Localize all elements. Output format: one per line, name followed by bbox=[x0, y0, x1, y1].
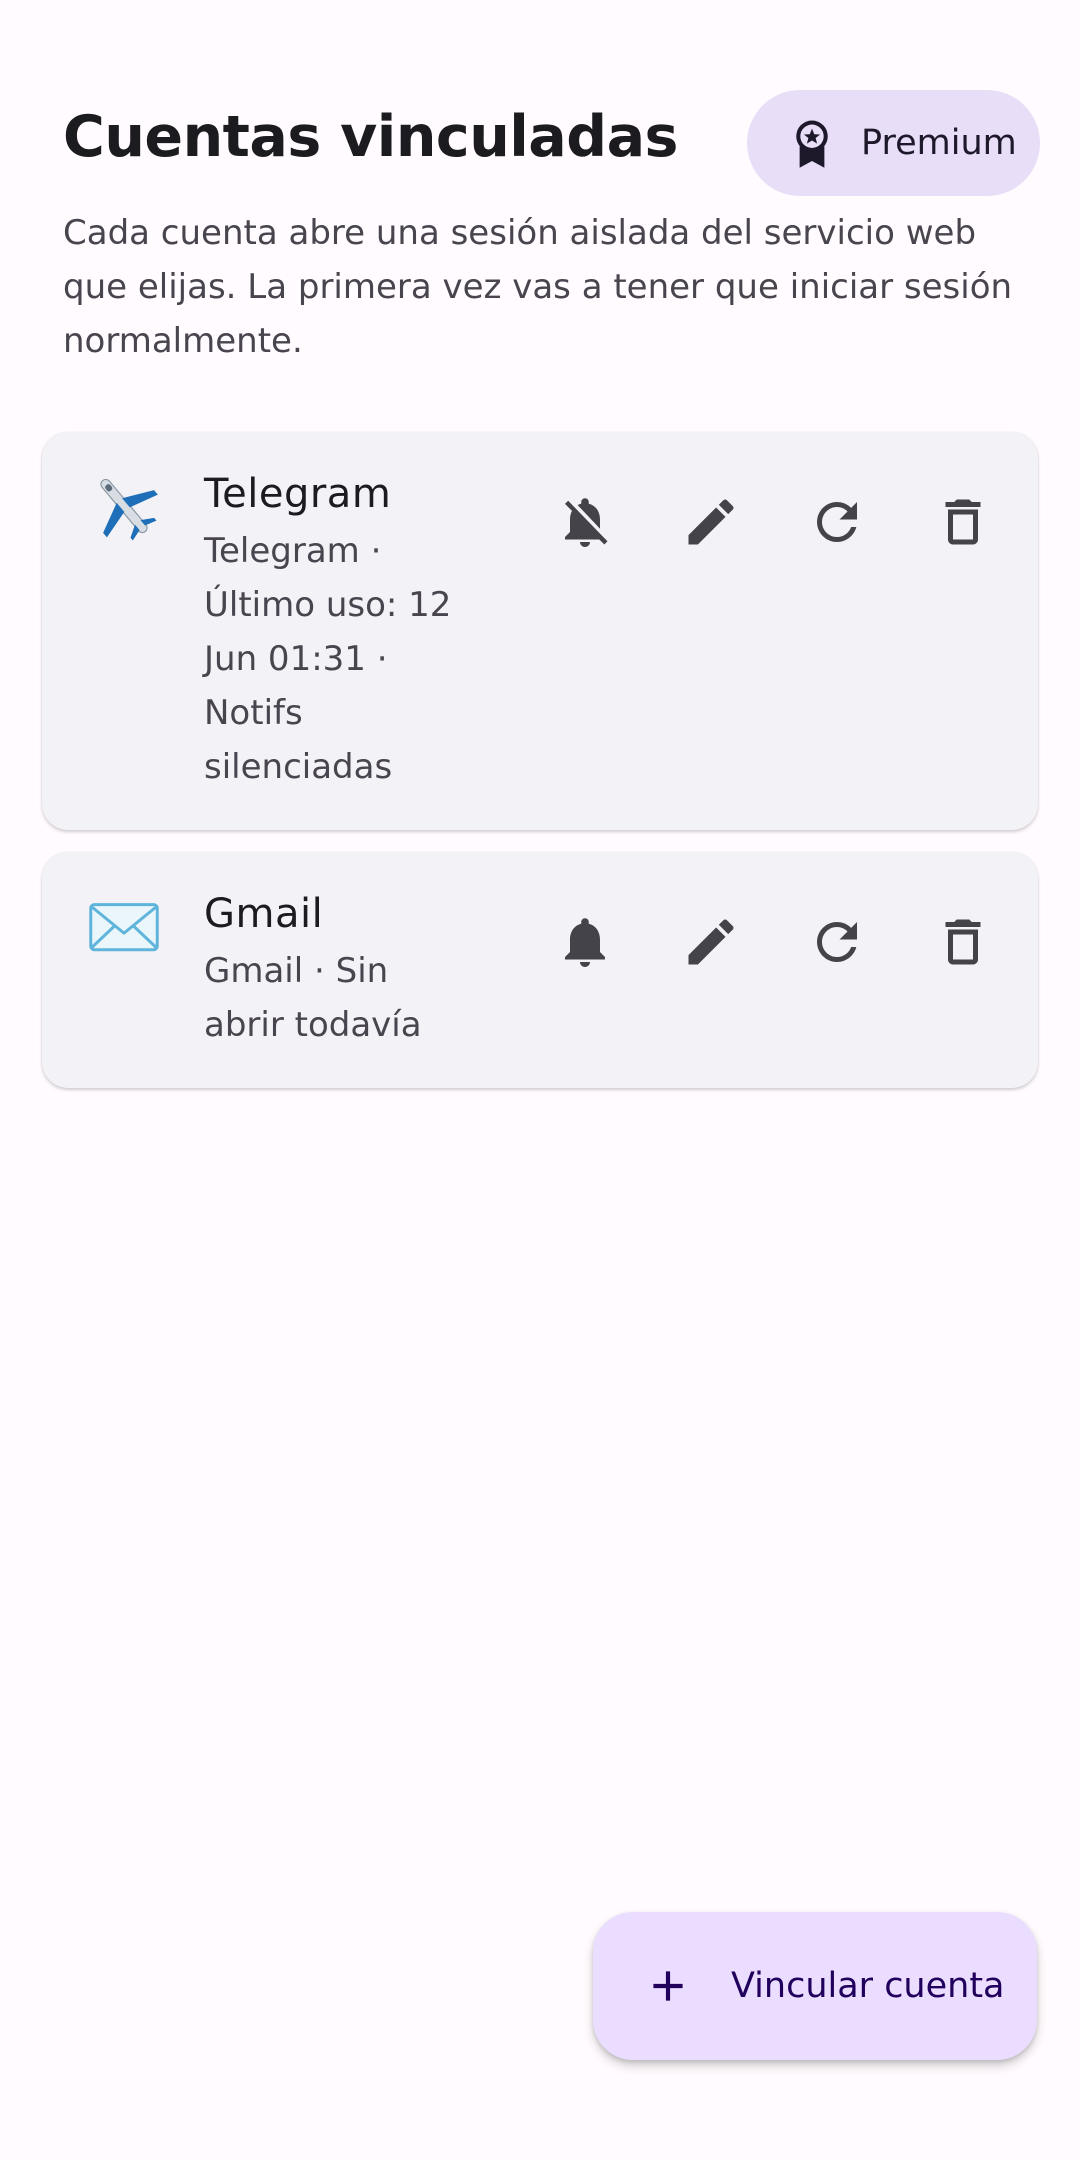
airplane-icon bbox=[86, 468, 162, 544]
bell-off-icon bbox=[565, 498, 608, 547]
account-card-telegram[interactable]: Telegram Telegram · Último uso: 12 Jun 0… bbox=[42, 432, 1038, 830]
reload-account-button[interactable] bbox=[774, 892, 900, 992]
mute-notifications-button[interactable] bbox=[522, 472, 648, 572]
refresh-icon bbox=[817, 502, 857, 542]
pencil-icon bbox=[688, 499, 734, 545]
premium-badge-icon bbox=[785, 113, 839, 173]
pencil-icon bbox=[688, 919, 734, 965]
page-description: Cada cuenta abre una sesión aislada del … bbox=[63, 213, 1013, 361]
plus-icon bbox=[643, 1961, 693, 2011]
bell-icon bbox=[565, 918, 605, 967]
account-info: Gmail Gmail · Sin abrir todavía bbox=[204, 888, 454, 1052]
edit-account-button[interactable] bbox=[648, 472, 774, 572]
premium-button[interactable]: Premium bbox=[747, 90, 1040, 196]
delete-account-button[interactable] bbox=[900, 892, 1026, 992]
account-actions bbox=[522, 472, 1026, 572]
reload-account-button[interactable] bbox=[774, 472, 900, 572]
trash-icon bbox=[945, 499, 981, 545]
mute-notifications-button[interactable] bbox=[522, 892, 648, 992]
account-card-gmail[interactable]: Gmail Gmail · Sin abrir todavía bbox=[42, 852, 1038, 1088]
envelope-icon bbox=[86, 888, 162, 964]
delete-account-button[interactable] bbox=[900, 472, 1026, 572]
account-name: Telegram bbox=[204, 471, 392, 517]
premium-label: Premium bbox=[861, 123, 1017, 163]
trash-icon bbox=[945, 919, 981, 965]
link-account-fab[interactable]: Vincular cuenta bbox=[593, 1912, 1037, 2060]
account-detail: Telegram · Último uso: 12 Jun 01:31 · No… bbox=[204, 531, 452, 787]
account-actions bbox=[522, 892, 1026, 992]
fab-label: Vincular cuenta bbox=[731, 1966, 1005, 2006]
edit-account-button[interactable] bbox=[648, 892, 774, 992]
account-detail: Gmail · Sin abrir todavía bbox=[204, 951, 422, 1045]
account-name: Gmail bbox=[204, 891, 324, 937]
refresh-icon bbox=[817, 922, 857, 962]
page-title: Cuentas vinculadas bbox=[63, 104, 678, 170]
account-info: Telegram Telegram · Último uso: 12 Jun 0… bbox=[204, 468, 454, 794]
